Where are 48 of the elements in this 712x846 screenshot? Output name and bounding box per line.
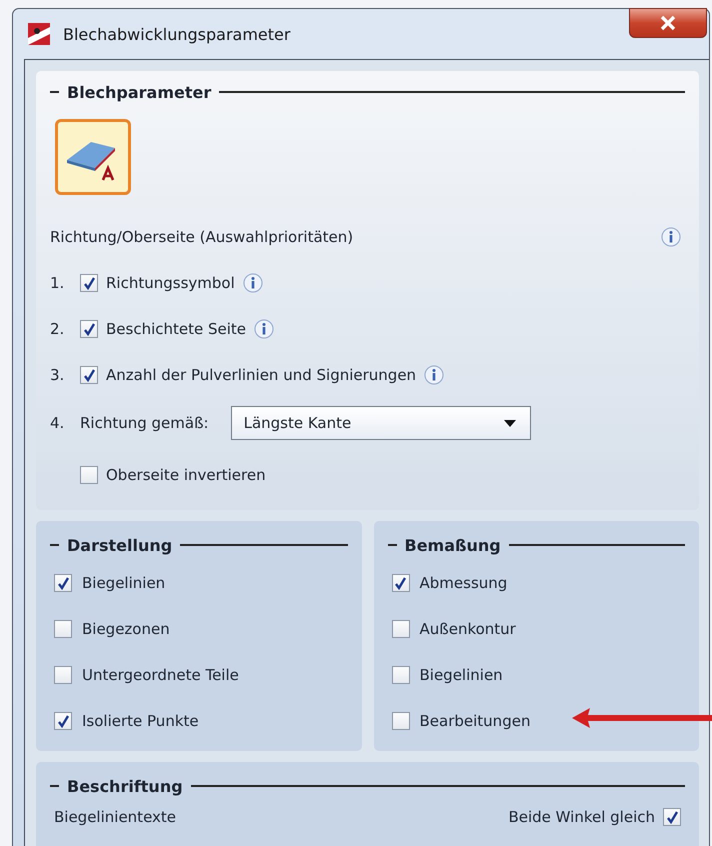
checkbox-label: Bearbeitungen [420,712,530,730]
group-title: Beschriftung [67,776,183,796]
info-icon[interactable] [254,319,274,339]
group-title: Blechparameter [67,82,212,102]
checkbox-label: Oberseite invertieren [106,466,266,484]
checkbox-label: Biegezonen [82,620,170,638]
group-title: Bemaßung [404,536,501,554]
checkbox[interactable] [80,466,98,484]
checkbox-label: Außenkontur [420,620,516,638]
checkbox[interactable] [54,620,72,638]
checkbox-label: Biegelinien [420,666,503,684]
direction-dropdown[interactable]: Längste Kante [230,406,531,440]
info-icon[interactable] [242,273,263,293]
checkbox-label: Isolierte Punkte [82,712,199,730]
checkbox[interactable] [80,366,98,384]
close-button[interactable] [629,8,707,38]
priority-number: 4. [50,414,66,432]
app-icon [27,22,51,46]
window-title: Blechabwicklungsparameter [63,24,290,44]
checkbox[interactable] [392,666,410,684]
priority-number: 1. [50,274,66,292]
checkbox-label: Anzahl der Pulverlinien und Signierungen [106,366,416,384]
caret-icon [504,420,516,426]
checkbox[interactable] [663,808,681,826]
checkbox[interactable] [392,620,410,638]
group-title: Darstellung [67,536,172,554]
checkbox[interactable] [392,712,410,730]
checkbox[interactable] [54,574,72,592]
checkbox-label: Beide Winkel gleich [508,808,655,826]
checkbox[interactable] [54,712,72,730]
checkbox-label: Beschichtete Seite [106,320,246,338]
info-icon[interactable] [424,365,444,385]
priority-number: 2. [50,320,66,338]
checkbox-label: Biegelinien [82,574,166,592]
checkbox-label: Untergeordnete Teile [82,666,239,684]
field-label: Biegelinientexte [54,808,176,826]
checkbox-label: Abmessung [420,574,508,592]
field-label: Richtung gemäß: [80,414,209,432]
section-heading: Richtung/Oberseite (Auswahlprioritäten) [50,228,354,246]
checkbox[interactable] [80,274,98,292]
checkbox[interactable] [80,320,98,338]
sheet-tool-button[interactable] [55,119,131,195]
info-icon[interactable] [661,227,681,247]
checkbox-label: Richtungssymbol [106,274,235,292]
checkbox[interactable] [54,666,72,684]
checkbox[interactable] [392,574,410,592]
priority-number: 3. [50,366,66,384]
close-icon [659,15,677,31]
